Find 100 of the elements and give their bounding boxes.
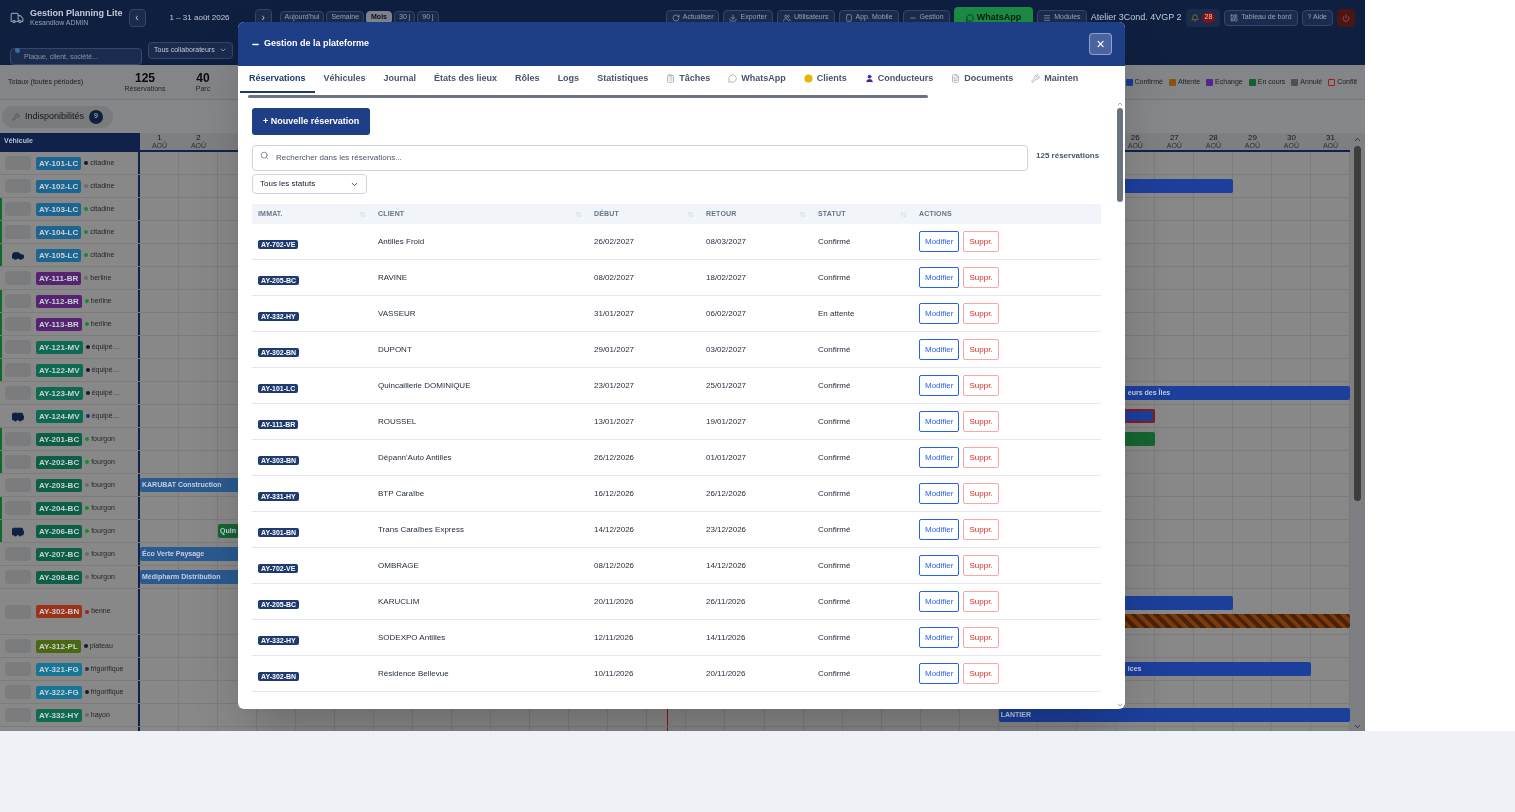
delete-button[interactable]: Suppr. (963, 627, 999, 649)
delete-button[interactable]: Suppr. (963, 591, 999, 613)
return-date-cell-text: 14/12/2026 (705, 559, 748, 572)
edit-button[interactable]: Modifier (919, 483, 960, 505)
close-button[interactable]: × (1089, 33, 1112, 55)
reservation-search-field[interactable]: Rechercher dans les réservations... (252, 144, 1028, 171)
tab[interactable]: Journal (374, 66, 426, 93)
tab[interactable]: WhatsApp (719, 66, 795, 93)
plate-tag[interactable]: AY-203-BC (36, 478, 83, 492)
delete-button[interactable]: Suppr. (963, 519, 999, 541)
delete-button[interactable]: Suppr. (963, 231, 999, 253)
edit-button[interactable]: Modifier (919, 339, 960, 361)
plate-tag[interactable]: AY-102-LC (36, 179, 82, 193)
delete-button[interactable]: Suppr. (963, 483, 999, 505)
plate-tag[interactable]: AY-206-BC (36, 524, 83, 538)
plate-tag[interactable]: AY-103-LC (36, 202, 82, 216)
tab[interactable]: Tâches (657, 66, 720, 93)
plate-tag[interactable]: AY-322-FG (36, 685, 82, 699)
edit-button[interactable]: Modifier (919, 627, 960, 649)
edit-button[interactable]: Modifier (919, 303, 960, 325)
edit-button[interactable]: Modifier (919, 447, 960, 469)
tab[interactable]: Conducteurs (855, 66, 943, 93)
plate-tag[interactable]: AY-122-MV (36, 363, 83, 377)
mobile-icon (844, 13, 853, 22)
plate-tag[interactable]: AY-312-PL (36, 639, 81, 653)
plate-tag[interactable]: AY-201-BC (36, 432, 83, 446)
return-date-cell-text: 06/02/2027 (705, 307, 748, 320)
edit-button[interactable]: Modifier (919, 411, 960, 433)
tab[interactable]: Documents (942, 66, 1023, 93)
plate-tag[interactable]: AY-121-MV (36, 340, 83, 354)
start-date-cell-text: 08/12/2026 (593, 559, 636, 572)
tab[interactable]: Logs (548, 66, 589, 93)
plate-tag[interactable]: AY-104-LC (36, 225, 82, 239)
start-date-cell-text: 14/12/2026 (593, 523, 636, 536)
client-cell-text: SODEXPO Antilles (377, 631, 447, 644)
chat-icon (728, 74, 738, 83)
logout-button[interactable] (1337, 8, 1355, 27)
edit-button[interactable]: Modifier (919, 267, 960, 289)
plate-tag[interactable]: AY-101-LC (36, 156, 82, 170)
start-date-cell-text: 08/02/2027 (593, 271, 636, 284)
status-filter-select[interactable]: Tous les statuts (252, 174, 367, 195)
period-label: 1 – 31 août 2026 (169, 11, 230, 24)
tab[interactable]: Clients (794, 66, 856, 93)
delete-button[interactable]: Suppr. (963, 267, 999, 289)
delete-button[interactable]: Suppr. (963, 411, 999, 433)
status-cell-text: Confirmé (817, 667, 852, 680)
edit-button[interactable]: Modifier (919, 375, 960, 397)
plate-tag[interactable]: AY-202-BC (36, 455, 83, 469)
start-date-cell-text: 31/01/2027 (593, 307, 636, 320)
start-date-cell-text: 20/11/2026 (593, 595, 635, 608)
plate-tag[interactable]: AY-207-BC (36, 547, 83, 561)
plate-tag[interactable]: AY-332-HY (36, 708, 82, 722)
plate-tag[interactable]: AY-204-BC (36, 501, 83, 515)
day-number: 31 (1326, 134, 1335, 142)
plate-tag[interactable]: AY-112-BR (36, 294, 82, 308)
tabs-scroll-thumb[interactable] (248, 95, 928, 98)
delete-button[interactable]: Suppr. (963, 663, 999, 685)
edit-button[interactable]: Modifier (919, 591, 960, 613)
tab[interactable]: Statistiques (588, 66, 658, 93)
tab[interactable]: Véhicules (314, 66, 375, 93)
previous-button[interactable]: ‹ (128, 8, 146, 27)
whatsapp-icon (965, 13, 974, 22)
delete-button[interactable]: Suppr. (963, 339, 999, 361)
return-date-cell-text: 26/12/2026 (705, 487, 748, 500)
return-date-cell-text: 08/03/2027 (705, 235, 748, 248)
plate-tag[interactable]: AY-321-FG (36, 662, 82, 676)
tab[interactable]: Réservations (240, 66, 315, 93)
tab[interactable]: Mainten (1022, 66, 1088, 93)
stat-value: 40 (196, 72, 210, 84)
client-cell-text: KARUCLIM (377, 595, 421, 608)
plate-tag[interactable]: AY-123-MV (36, 386, 83, 400)
tab[interactable]: Rôles (506, 66, 549, 93)
delete-button[interactable]: Suppr. (963, 555, 999, 577)
reservation-count: 125 réservations (1036, 150, 1100, 163)
vertical-scrollbar[interactable] (1350, 133, 1365, 731)
new-reservation-button[interactable]: + Nouvelle réservation (252, 108, 371, 136)
edit-button[interactable]: Modifier (919, 663, 960, 685)
sort-icon[interactable] (687, 210, 694, 218)
status-cell-text: Confirmé (817, 559, 852, 572)
edit-button[interactable]: Modifier (919, 555, 960, 577)
scroll-thumb[interactable] (1354, 146, 1361, 501)
plate-tag[interactable]: AY-208-BC (36, 570, 83, 584)
sort-icon[interactable] (359, 210, 366, 218)
sort-icon[interactable] (575, 210, 582, 218)
tab[interactable]: États des lieux (425, 66, 507, 93)
sort-icon[interactable] (799, 210, 806, 218)
delete-button[interactable]: Suppr. (963, 447, 999, 469)
plate-tag[interactable]: AY-111-BR (36, 271, 82, 285)
plate-tag[interactable]: AY-105-LC (36, 248, 82, 262)
plate-tag[interactable]: AY-113-BR (36, 317, 82, 331)
truck-logo-icon (10, 10, 24, 25)
edit-button[interactable]: Modifier (919, 519, 960, 541)
plate-tag[interactable]: AY-124-MV (36, 409, 83, 423)
delete-button[interactable]: Suppr. (963, 303, 999, 325)
status-cell-text: Confirmé (817, 451, 852, 464)
plate-tag[interactable]: AY-302-BN (36, 605, 83, 618)
edit-button[interactable]: Modifier (919, 231, 960, 253)
sort-icon[interactable] (900, 210, 907, 218)
delete-button[interactable]: Suppr. (963, 375, 999, 397)
scroll-thumb[interactable] (1117, 108, 1123, 202)
